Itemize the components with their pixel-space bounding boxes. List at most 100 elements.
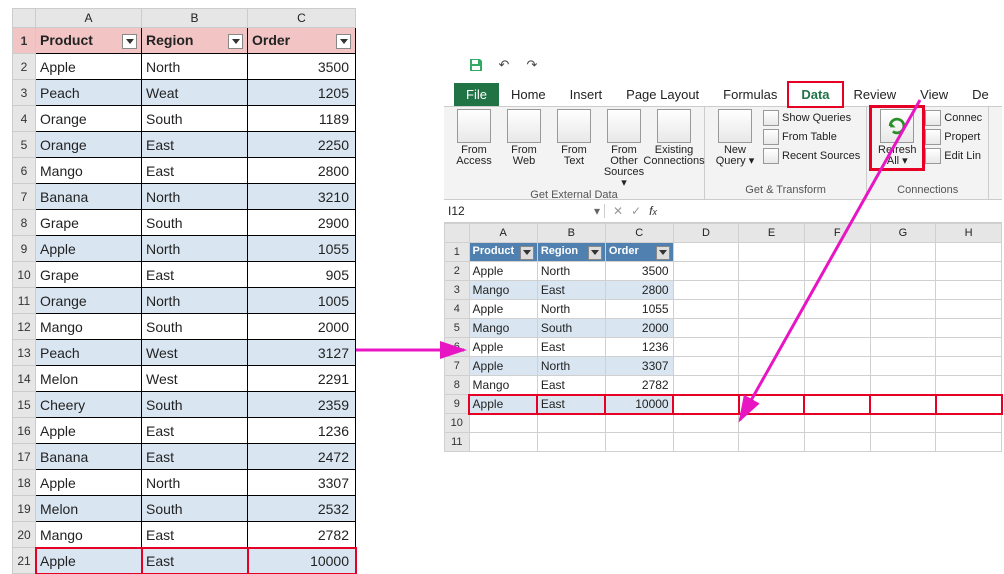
cell[interactable]: 1205: [248, 80, 356, 106]
table-row[interactable]: 8GrapeSouth2900: [13, 210, 356, 236]
table-row[interactable]: 9AppleNorth1055: [13, 236, 356, 262]
cell[interactable]: South: [537, 319, 605, 338]
cell[interactable]: [673, 357, 739, 376]
row-header[interactable]: 10: [13, 262, 36, 288]
cell[interactable]: [605, 433, 673, 452]
cell[interactable]: 1236: [248, 418, 356, 444]
table-row[interactable]: 11: [445, 433, 1002, 452]
cell[interactable]: Apple: [36, 236, 142, 262]
cell[interactable]: [936, 300, 1002, 319]
cell[interactable]: 3210: [248, 184, 356, 210]
col-header[interactable]: H: [936, 224, 1002, 243]
cell[interactable]: North: [142, 184, 248, 210]
cell[interactable]: 2359: [248, 392, 356, 418]
cell[interactable]: [804, 376, 870, 395]
cell[interactable]: Apple: [36, 548, 142, 574]
cell[interactable]: Cheery: [36, 392, 142, 418]
cell[interactable]: Mango: [469, 376, 537, 395]
row-header[interactable]: 4: [445, 300, 470, 319]
cell[interactable]: 3500: [248, 54, 356, 80]
cell[interactable]: [673, 433, 739, 452]
cell[interactable]: Grape: [36, 210, 142, 236]
cell[interactable]: [804, 262, 870, 281]
cell[interactable]: Orange: [36, 106, 142, 132]
cell[interactable]: [936, 414, 1002, 433]
redo-icon[interactable]: ↷: [524, 57, 540, 73]
new-query-button[interactable]: New Query ▾: [711, 109, 759, 167]
row-header[interactable]: 1: [445, 243, 470, 262]
row-header[interactable]: 12: [13, 314, 36, 340]
row-header[interactable]: 8: [445, 376, 470, 395]
table-row[interactable]: 7AppleNorth3307: [445, 357, 1002, 376]
cell[interactable]: South: [142, 496, 248, 522]
cell[interactable]: 2250: [248, 132, 356, 158]
col-label[interactable]: Product: [469, 243, 537, 262]
cell[interactable]: [739, 376, 805, 395]
cell[interactable]: 1055: [605, 300, 673, 319]
cell[interactable]: [673, 281, 739, 300]
cell[interactable]: [739, 262, 805, 281]
table-row[interactable]: 8MangoEast2782: [445, 376, 1002, 395]
cell[interactable]: East: [142, 548, 248, 574]
row-header[interactable]: 9: [445, 395, 470, 414]
cell[interactable]: [537, 433, 605, 452]
table-row[interactable]: 17BananaEast2472: [13, 444, 356, 470]
tab-home[interactable]: Home: [499, 83, 558, 106]
table-row[interactable]: 5OrangeEast2250: [13, 132, 356, 158]
cell[interactable]: [469, 433, 537, 452]
cell[interactable]: West: [142, 366, 248, 392]
cell[interactable]: [739, 338, 805, 357]
col-label[interactable]: Order: [605, 243, 673, 262]
cell[interactable]: Mango: [36, 522, 142, 548]
cell[interactable]: North: [537, 300, 605, 319]
cell[interactable]: Banana: [36, 184, 142, 210]
ribbon-button[interactable]: FromAccess: [450, 109, 498, 189]
cell[interactable]: Orange: [36, 288, 142, 314]
cell[interactable]: [936, 319, 1002, 338]
cell[interactable]: [870, 281, 936, 300]
source-table[interactable]: ABC1ProductRegionOrder2AppleNorth35003Pe…: [12, 8, 356, 574]
table-row[interactable]: 10GrapeEast905: [13, 262, 356, 288]
cell[interactable]: [739, 357, 805, 376]
table-row[interactable]: 1ProductRegionOrder: [13, 28, 356, 54]
table-row[interactable]: 16AppleEast1236: [13, 418, 356, 444]
name-box[interactable]: I12▾: [444, 204, 605, 218]
cell[interactable]: Orange: [36, 132, 142, 158]
select-all[interactable]: [13, 9, 36, 28]
row-header[interactable]: 11: [445, 433, 470, 452]
cell[interactable]: 1189: [248, 106, 356, 132]
table-row[interactable]: 21AppleEast10000: [13, 548, 356, 574]
table-row[interactable]: 20MangoEast2782: [13, 522, 356, 548]
row-header[interactable]: 19: [13, 496, 36, 522]
cell[interactable]: Grape: [36, 262, 142, 288]
edit-links-button[interactable]: Edit Lin: [925, 147, 982, 165]
filter-dropdown-icon[interactable]: [228, 34, 243, 49]
cell[interactable]: [936, 357, 1002, 376]
row-header[interactable]: 8: [13, 210, 36, 236]
connections-button[interactable]: Connec: [925, 109, 982, 127]
row-header[interactable]: 11: [13, 288, 36, 314]
cell[interactable]: [673, 338, 739, 357]
cell[interactable]: Mango: [469, 281, 537, 300]
cell[interactable]: [739, 395, 805, 414]
row-header[interactable]: 6: [445, 338, 470, 357]
cell[interactable]: Peach: [36, 80, 142, 106]
cell[interactable]: 2472: [248, 444, 356, 470]
cell[interactable]: East: [142, 444, 248, 470]
table-row[interactable]: 2AppleNorth3500: [445, 262, 1002, 281]
col-header[interactable]: A: [36, 9, 142, 28]
cell[interactable]: Mango: [36, 158, 142, 184]
ribbon-button[interactable]: ExistingConnections: [650, 109, 698, 189]
cell[interactable]: [936, 243, 1002, 262]
cell[interactable]: [936, 433, 1002, 452]
cell[interactable]: [673, 376, 739, 395]
col-header[interactable]: C: [248, 9, 356, 28]
cell[interactable]: East: [142, 418, 248, 444]
properties-button[interactable]: Propert: [925, 128, 982, 146]
ribbon-button[interactable]: FromText: [550, 109, 598, 189]
tab-insert[interactable]: Insert: [558, 83, 615, 106]
cell[interactable]: West: [142, 340, 248, 366]
cell[interactable]: 2800: [248, 158, 356, 184]
cell[interactable]: 2532: [248, 496, 356, 522]
cell[interactable]: North: [142, 54, 248, 80]
